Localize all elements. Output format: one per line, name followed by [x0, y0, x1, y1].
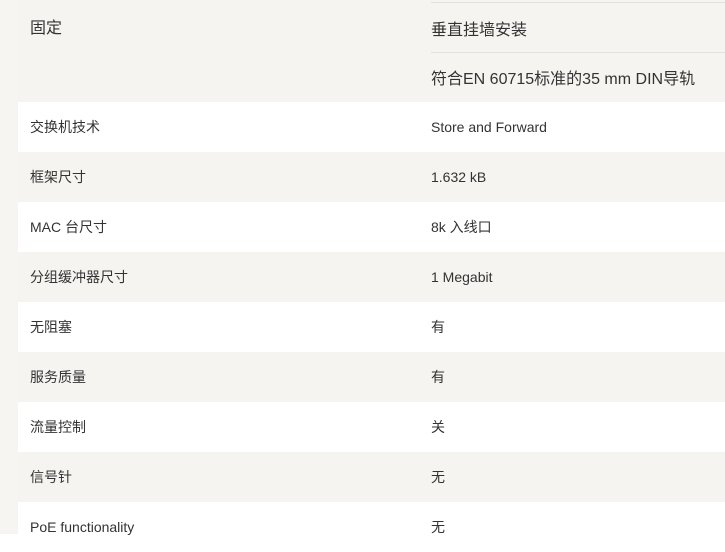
- left-gutter: [0, 0, 18, 534]
- spec-value: 符合EN 60715标准的35 mm DIN导轨: [431, 71, 696, 88]
- spec-label: 框架尺寸: [30, 169, 86, 185]
- spec-value: 有: [431, 319, 445, 335]
- spec-label: 交换机技术: [30, 119, 100, 135]
- table-row: 框架尺寸 1.632 kB: [18, 152, 725, 202]
- spec-label: MAC 台尺寸: [30, 219, 107, 235]
- table-row: 交换机技术 Store and Forward: [18, 102, 725, 152]
- spec-label: 无阻塞: [30, 319, 72, 335]
- spec-value: Store and Forward: [431, 119, 547, 135]
- spec-value: 1 Megabit: [431, 269, 493, 285]
- spec-label: 服务质量: [30, 369, 86, 385]
- spec-value: 8k 入线口: [431, 219, 492, 235]
- table-row: 流量控制 关: [18, 402, 725, 452]
- spec-label: 分组缓冲器尺寸: [30, 269, 128, 285]
- spec-table: 固定 垂直挂墙安装 符合EN 60715标准的35 mm DIN导轨 交换机技术…: [18, 0, 725, 552]
- spec-value: 关: [431, 419, 445, 435]
- table-row: 固定 垂直挂墙安装 符合EN 60715标准的35 mm DIN导轨: [18, 0, 725, 102]
- table-row: PoE functionality 无: [18, 502, 725, 552]
- spec-value: 有: [431, 369, 445, 385]
- spec-label: PoE functionality: [30, 519, 135, 535]
- spec-label: 信号针: [30, 469, 72, 485]
- table-row: 无阻塞 有: [18, 302, 725, 352]
- spec-value: 无: [431, 519, 445, 535]
- table-row: 分组缓冲器尺寸 1 Megabit: [18, 252, 725, 302]
- spec-label: 固定: [30, 20, 63, 37]
- spec-value: 无: [431, 469, 445, 485]
- spec-label: 流量控制: [30, 419, 86, 435]
- spec-value: 1.632 kB: [431, 169, 487, 185]
- table-row: MAC 台尺寸 8k 入线口: [18, 202, 725, 252]
- table-row: 信号针 无: [18, 452, 725, 502]
- table-row: 服务质量 有: [18, 352, 725, 402]
- spec-value: 垂直挂墙安装: [431, 2, 725, 53]
